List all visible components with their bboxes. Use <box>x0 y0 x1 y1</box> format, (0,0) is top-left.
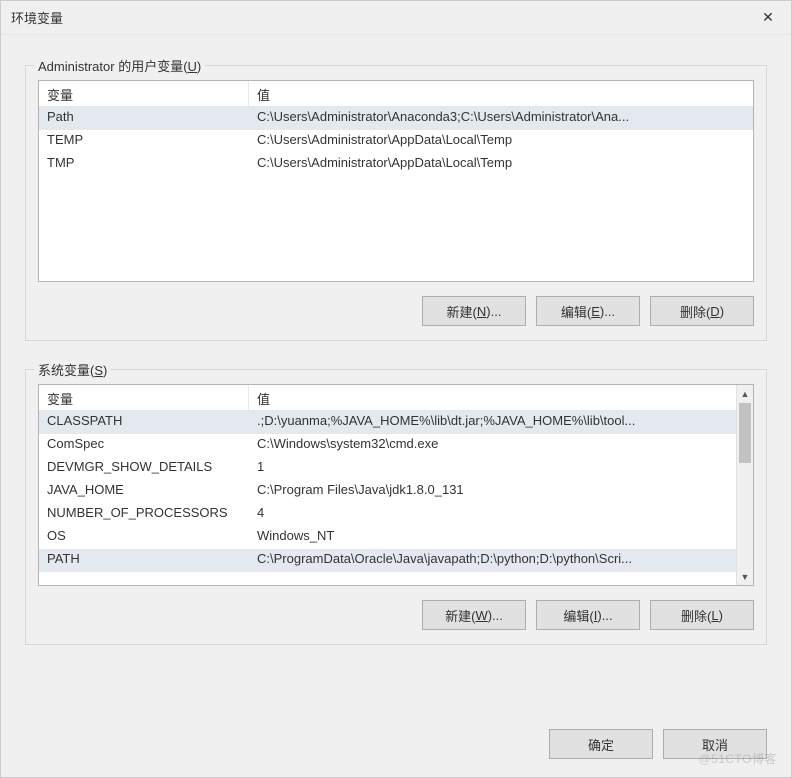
system-edit-button[interactable]: 编辑(I)... <box>536 600 640 630</box>
cell-variable: DEVMGR_SHOW_DETAILS <box>39 457 249 480</box>
scroll-up-arrow-icon[interactable]: ▲ <box>737 385 753 402</box>
table-row[interactable]: TMPC:\Users\Administrator\AppData\Local\… <box>39 153 753 176</box>
cell-value: C:\Users\Administrator\Anaconda3;C:\User… <box>249 107 753 130</box>
user-variables-legend: Administrator 的用户变量(U) <box>34 56 205 75</box>
cell-variable: TEMP <box>39 130 249 153</box>
cell-variable: PATH <box>39 549 249 572</box>
system-variables-legend: 系统变量(S) <box>34 360 111 379</box>
cell-value: 1 <box>249 457 736 480</box>
table-row[interactable]: TEMPC:\Users\Administrator\AppData\Local… <box>39 130 753 153</box>
titlebar: 环境变量 ✕ <box>1 1 791 35</box>
ok-button[interactable]: 确定 <box>549 729 653 759</box>
table-row[interactable]: OSWindows_NT <box>39 526 736 549</box>
vertical-scrollbar[interactable]: ▲ ▼ <box>736 385 753 585</box>
cell-value: Windows_NT <box>249 526 736 549</box>
cell-variable: JAVA_HOME <box>39 480 249 503</box>
cell-variable: Path <box>39 107 249 130</box>
user-buttons-row: 新建(N)... 编辑(E)... 删除(D) <box>38 296 754 326</box>
table-row[interactable]: PATHC:\ProgramData\Oracle\Java\javapath;… <box>39 549 736 572</box>
cell-variable: OS <box>39 526 249 549</box>
cell-variable: CLASSPATH <box>39 411 249 434</box>
table-row[interactable]: PathC:\Users\Administrator\Anaconda3;C:\… <box>39 107 753 130</box>
column-header-variable[interactable]: 变量 <box>39 385 249 410</box>
table-row[interactable]: NUMBER_OF_PROCESSORS4 <box>39 503 736 526</box>
close-button[interactable]: ✕ <box>745 1 791 35</box>
cell-value: 4 <box>249 503 736 526</box>
system-variables-list[interactable]: 变量 值 CLASSPATH.;D:\yuanma;%JAVA_HOME%\li… <box>38 384 754 586</box>
user-delete-button[interactable]: 删除(D) <box>650 296 754 326</box>
user-edit-button[interactable]: 编辑(E)... <box>536 296 640 326</box>
system-new-button[interactable]: 新建(W)... <box>422 600 526 630</box>
list-body: CLASSPATH.;D:\yuanma;%JAVA_HOME%\lib\dt.… <box>39 411 736 572</box>
table-row[interactable]: ComSpecC:\Windows\system32\cmd.exe <box>39 434 736 457</box>
system-delete-button[interactable]: 删除(L) <box>650 600 754 630</box>
cell-value: C:\Windows\system32\cmd.exe <box>249 434 736 457</box>
dialog-content: Administrator 的用户变量(U) 变量 值 PathC:\Users… <box>1 35 791 705</box>
cell-value: C:\ProgramData\Oracle\Java\javapath;D:\p… <box>249 549 736 572</box>
scroll-thumb[interactable] <box>739 403 751 463</box>
user-variables-list[interactable]: 变量 值 PathC:\Users\Administrator\Anaconda… <box>38 80 754 282</box>
table-row[interactable]: CLASSPATH.;D:\yuanma;%JAVA_HOME%\lib\dt.… <box>39 411 736 434</box>
cell-value: .;D:\yuanma;%JAVA_HOME%\lib\dt.jar;%JAVA… <box>249 411 736 434</box>
list-header: 变量 值 <box>39 385 736 411</box>
env-vars-dialog: 环境变量 ✕ Administrator 的用户变量(U) 变量 值 PathC… <box>0 0 792 778</box>
column-header-variable[interactable]: 变量 <box>39 81 249 106</box>
list-header: 变量 值 <box>39 81 753 107</box>
close-icon: ✕ <box>762 9 774 26</box>
user-new-button[interactable]: 新建(N)... <box>422 296 526 326</box>
cell-variable: ComSpec <box>39 434 249 457</box>
column-header-value[interactable]: 值 <box>249 385 736 410</box>
cell-variable: NUMBER_OF_PROCESSORS <box>39 503 249 526</box>
cell-value: C:\Users\Administrator\AppData\Local\Tem… <box>249 153 753 176</box>
list-body: PathC:\Users\Administrator\Anaconda3;C:\… <box>39 107 753 176</box>
cancel-button[interactable]: 取消 <box>663 729 767 759</box>
dialog-buttons-row: 确定 取消 <box>1 705 791 777</box>
system-buttons-row: 新建(W)... 编辑(I)... 删除(L) <box>38 600 754 630</box>
cell-value: C:\Program Files\Java\jdk1.8.0_131 <box>249 480 736 503</box>
scroll-down-arrow-icon[interactable]: ▼ <box>737 568 753 585</box>
window-title: 环境变量 <box>11 8 63 27</box>
column-header-value[interactable]: 值 <box>249 81 753 106</box>
system-variables-group: 系统变量(S) 变量 值 CLASSPATH.;D:\yuanma;%JAVA_… <box>25 369 767 645</box>
user-variables-group: Administrator 的用户变量(U) 变量 值 PathC:\Users… <box>25 65 767 341</box>
table-row[interactable]: JAVA_HOMEC:\Program Files\Java\jdk1.8.0_… <box>39 480 736 503</box>
cell-variable: TMP <box>39 153 249 176</box>
table-row[interactable]: DEVMGR_SHOW_DETAILS1 <box>39 457 736 480</box>
cell-value: C:\Users\Administrator\AppData\Local\Tem… <box>249 130 753 153</box>
